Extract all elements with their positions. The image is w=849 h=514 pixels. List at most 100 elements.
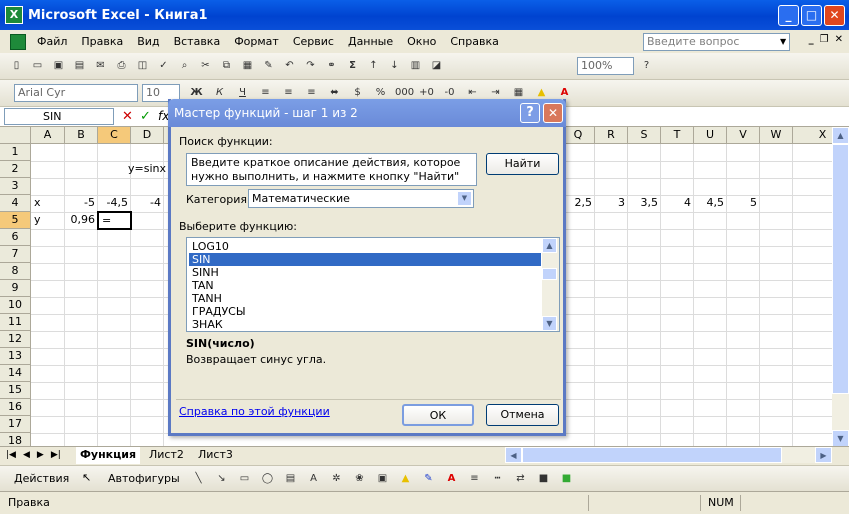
list-item[interactable]: ГРАДУСЫ (189, 305, 541, 318)
dialog-close-icon[interactable]: ✕ (543, 103, 563, 123)
research-icon[interactable]: ⌕ (176, 57, 193, 74)
column-header[interactable]: V (727, 127, 760, 144)
scroll-up-icon[interactable]: ▲ (832, 127, 849, 144)
3d-icon[interactable]: ■ (558, 470, 575, 487)
row-header[interactable]: 8 (0, 263, 31, 280)
list-scroll-up-icon[interactable]: ▲ (542, 238, 557, 253)
column-header[interactable]: R (595, 127, 628, 144)
list-item[interactable]: TAN (189, 279, 541, 292)
row-header[interactable]: 14 (0, 365, 31, 382)
help-on-function-link[interactable]: Справка по этой функции (179, 405, 330, 418)
cut-icon[interactable]: ✂ (197, 57, 214, 74)
list-item[interactable]: LOG10 (189, 240, 541, 253)
save-icon[interactable]: ▣ (50, 57, 67, 74)
paste-icon[interactable]: ▦ (239, 57, 256, 74)
menu-edit[interactable]: Правка (74, 35, 130, 48)
arrow-style-icon[interactable]: ⇄ (512, 470, 529, 487)
column-header[interactable]: A (31, 127, 65, 144)
prev-sheet-icon[interactable]: ◀ (23, 450, 30, 460)
menu-tools[interactable]: Сервис (286, 35, 341, 48)
row-header[interactable]: 3 (0, 178, 31, 195)
scroll-right-icon[interactable]: ▶ (815, 447, 832, 463)
undo-icon[interactable]: ↶ (281, 57, 298, 74)
workbook-minimize-button[interactable]: _ (809, 34, 814, 45)
maximize-button[interactable]: □ (801, 5, 822, 26)
shadow-icon[interactable]: ■ (535, 470, 552, 487)
diagram-icon[interactable]: ✲ (328, 470, 345, 487)
horizontal-scrollbar[interactable]: ◀ ▶ (505, 447, 832, 463)
column-header[interactable]: W (760, 127, 793, 144)
row-header[interactable]: 15 (0, 382, 31, 399)
cell-c4[interactable]: -4,5 (98, 195, 131, 212)
cell-t4[interactable]: 4 (661, 195, 694, 212)
menu-format[interactable]: Формат (227, 35, 286, 48)
ask-dropdown-icon[interactable]: ▼ (780, 33, 790, 51)
column-header[interactable]: Q (562, 127, 595, 144)
workbook-restore-button[interactable]: ❐ (820, 34, 829, 45)
cell-a5[interactable]: y (31, 212, 65, 229)
menu-window[interactable]: Окно (400, 35, 443, 48)
line-color-icon[interactable]: ✎ (420, 470, 437, 487)
cancel-entry-icon[interactable]: ✕ (122, 109, 133, 124)
row-header[interactable]: 12 (0, 331, 31, 348)
menu-file[interactable]: Файл (30, 35, 74, 48)
redo-icon[interactable]: ↷ (302, 57, 319, 74)
ok-button[interactable]: ОК (402, 404, 474, 426)
actions-menu[interactable]: Действия (14, 472, 69, 485)
sort-desc-icon[interactable]: ↓ (386, 57, 403, 74)
select-objects-icon[interactable]: ↖ (82, 471, 91, 484)
row-header[interactable]: 6 (0, 229, 31, 246)
cell-u4[interactable]: 4,5 (694, 195, 727, 212)
cell-b4[interactable]: -5 (65, 195, 98, 212)
clipart-icon[interactable]: ❀ (351, 470, 368, 487)
column-header[interactable]: C (98, 127, 131, 144)
textbox-icon[interactable]: ▤ (282, 470, 299, 487)
list-scrollbar[interactable]: ▲ ▼ (542, 238, 559, 331)
row-header[interactable]: 9 (0, 280, 31, 297)
permission-icon[interactable]: ▤ (71, 57, 88, 74)
menu-insert[interactable]: Вставка (167, 35, 228, 48)
row-header[interactable]: 5 (0, 212, 31, 229)
open-icon[interactable]: ▭ (29, 57, 46, 74)
list-item-selected[interactable]: SIN (189, 253, 541, 266)
row-header[interactable]: 4 (0, 195, 31, 212)
hscroll-thumb[interactable] (522, 447, 782, 463)
row-header[interactable]: 11 (0, 314, 31, 331)
column-header[interactable]: X (793, 127, 832, 144)
cell-v4[interactable]: 5 (727, 195, 760, 212)
last-sheet-icon[interactable]: ▶| (51, 450, 61, 460)
dialog-help-icon[interactable]: ? (520, 103, 540, 123)
scroll-down-icon[interactable]: ▼ (832, 430, 849, 447)
wordart-icon[interactable]: A (305, 470, 322, 487)
arrow-icon[interactable]: ↘ (213, 470, 230, 487)
copy-icon[interactable]: ⧉ (218, 57, 235, 74)
row-header[interactable]: 13 (0, 348, 31, 365)
print-icon[interactable]: ⎙ (113, 57, 130, 74)
workbook-icon[interactable] (10, 33, 26, 50)
scroll-left-icon[interactable]: ◀ (505, 447, 522, 463)
picture-icon[interactable]: ▣ (374, 470, 391, 487)
fill-color-draw-icon[interactable]: ▲ (397, 470, 414, 487)
cell-s4[interactable]: 3,5 (628, 195, 661, 212)
format-painter-icon[interactable]: ✎ (260, 57, 277, 74)
help-icon[interactable]: ? (638, 57, 655, 74)
hyperlink-icon[interactable]: ⚭ (323, 57, 340, 74)
ask-question-input[interactable]: Введите вопрос (643, 33, 790, 51)
list-scroll-thumb[interactable] (542, 268, 557, 280)
active-cell-c5[interactable]: = (97, 211, 132, 230)
cell-c2[interactable]: y=sinx (125, 161, 169, 178)
row-header[interactable]: 10 (0, 297, 31, 314)
column-header[interactable]: S (628, 127, 661, 144)
row-header[interactable]: 17 (0, 416, 31, 433)
email-icon[interactable]: ✉ (92, 57, 109, 74)
new-icon[interactable]: ▯ (8, 57, 25, 74)
menu-data[interactable]: Данные (341, 35, 400, 48)
column-header[interactable]: T (661, 127, 694, 144)
print-preview-icon[interactable]: ◫ (134, 57, 151, 74)
list-item[interactable]: ЗНАК (189, 318, 541, 331)
cancel-button[interactable]: Отмена (486, 404, 559, 426)
menu-view[interactable]: Вид (130, 35, 166, 48)
sheet-tab-list3[interactable]: Лист3 (194, 447, 237, 464)
rectangle-icon[interactable]: ▭ (236, 470, 253, 487)
category-select[interactable]: Математические ▼ (248, 189, 474, 208)
